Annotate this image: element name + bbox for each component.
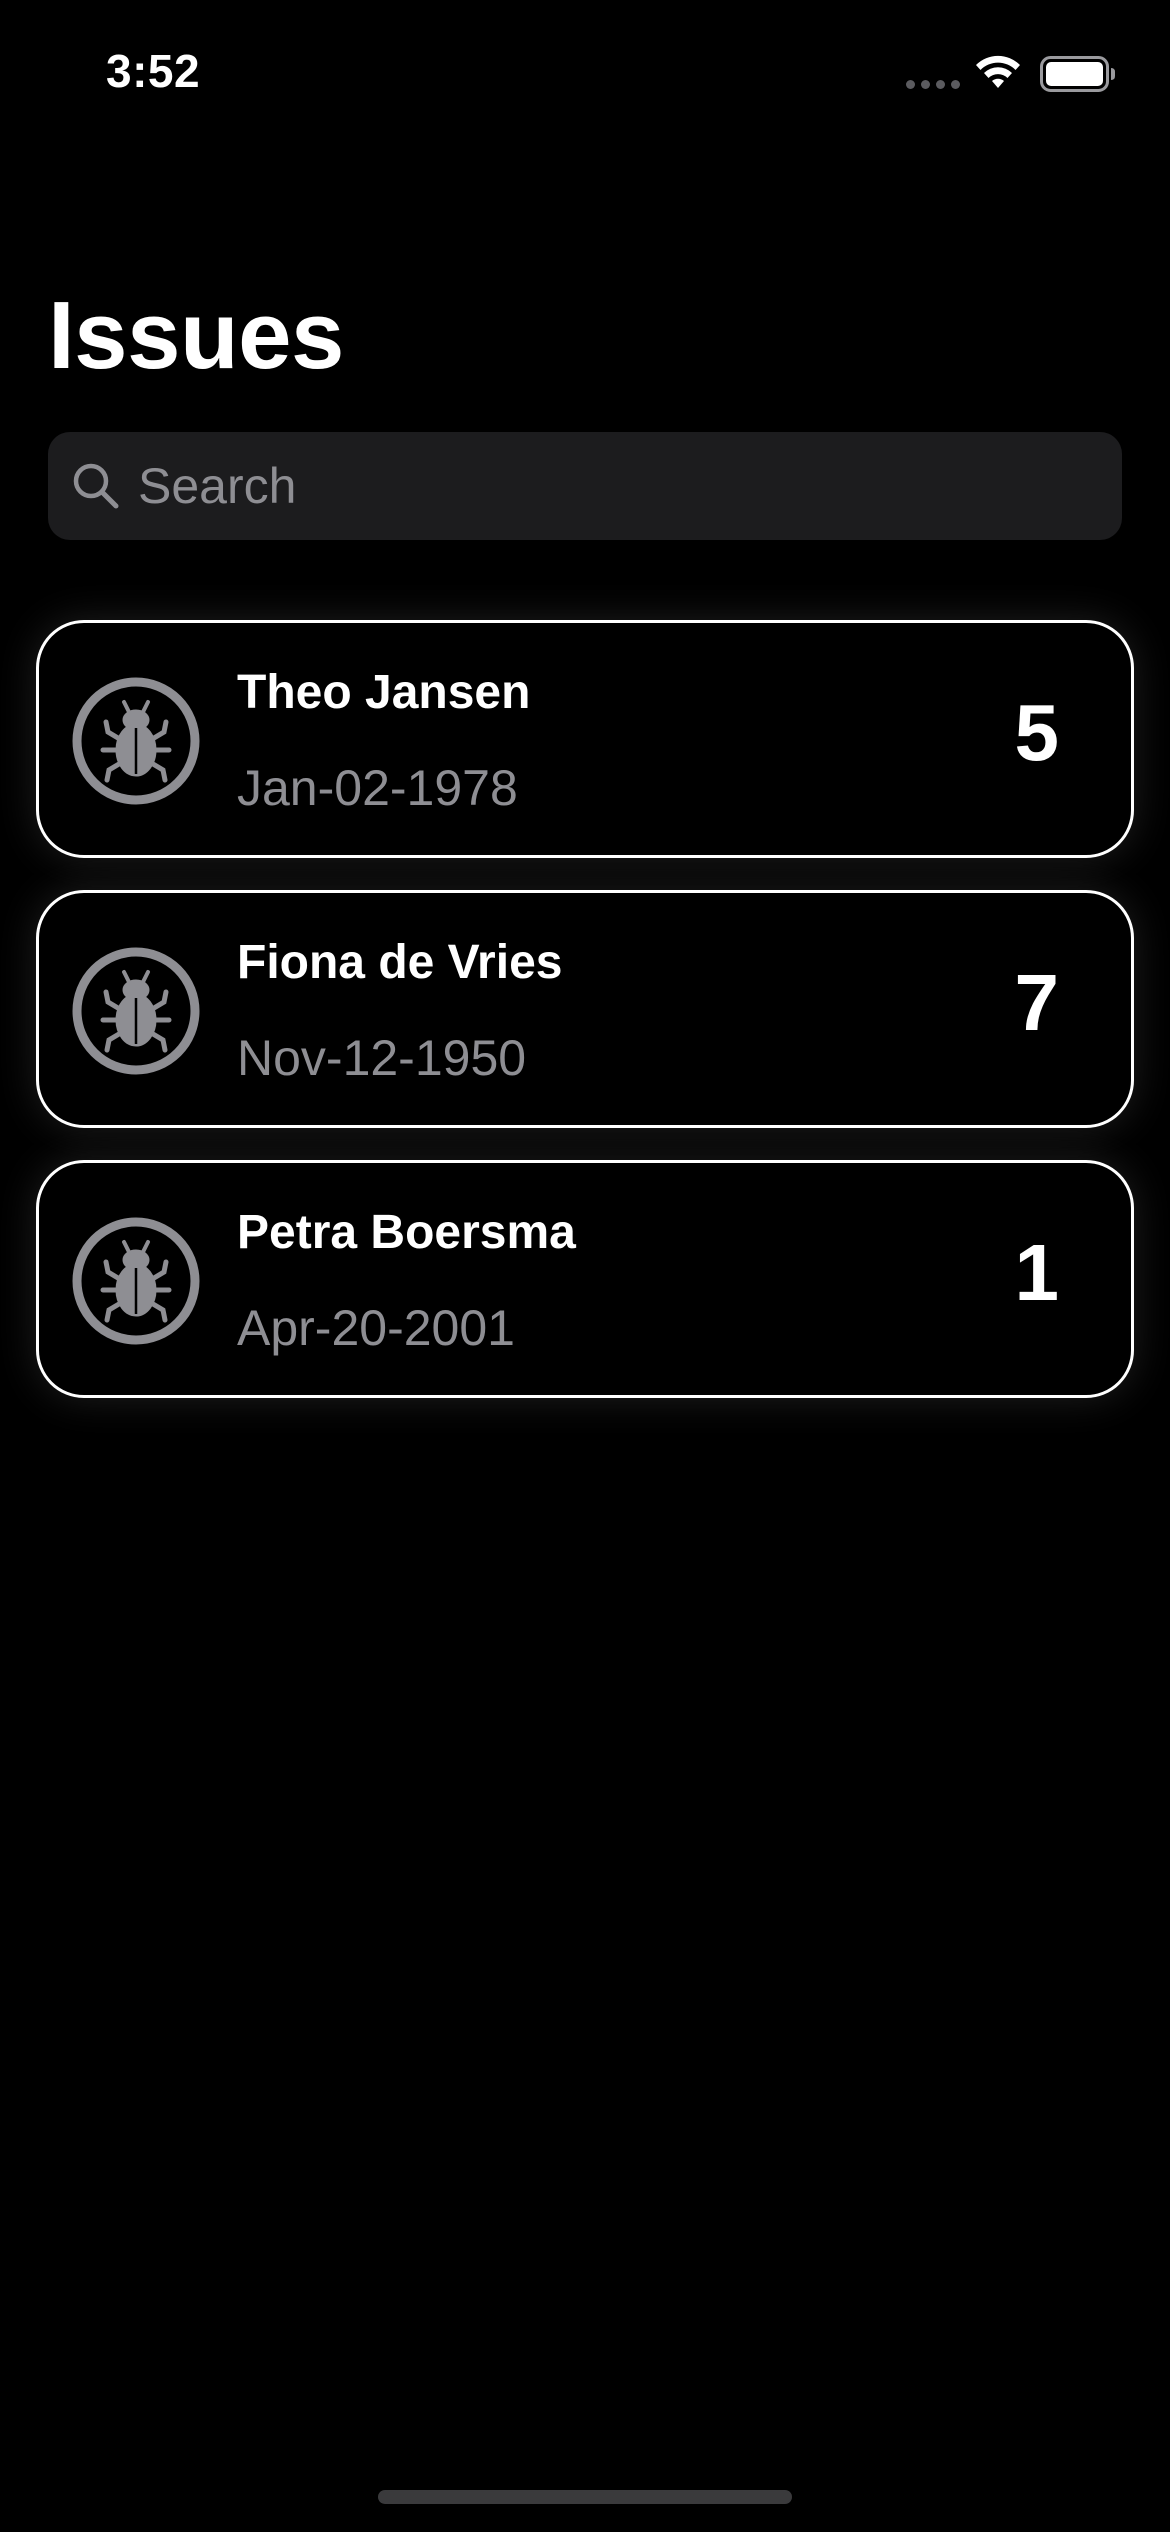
issue-count: 5 (1014, 688, 1060, 777)
issue-count: 7 (1014, 958, 1060, 1047)
bug-icon (72, 677, 200, 805)
page-title: Issues (48, 282, 344, 389)
issue-card[interactable]: Fiona de Vries Nov-12-1950 7 (36, 890, 1134, 1128)
status-bar: 3:52 (0, 0, 1170, 150)
issue-date: Jan-02-1978 (237, 760, 518, 816)
issue-name: Theo Jansen (237, 666, 531, 719)
issue-name: Fiona de Vries (237, 936, 563, 989)
issue-card[interactable]: Petra Boersma Apr-20-2001 1 (36, 1160, 1134, 1398)
issue-date: Nov-12-1950 (237, 1030, 527, 1086)
search-icon (73, 463, 119, 509)
cellular-signal-icon (906, 80, 960, 90)
bug-icon (72, 1217, 200, 1345)
wifi-icon (976, 55, 1020, 88)
search-input[interactable] (138, 432, 1098, 540)
issue-count: 1 (1014, 1228, 1060, 1317)
issue-card[interactable]: Theo Jansen Jan-02-1978 5 (36, 620, 1134, 858)
bug-icon (72, 947, 200, 1075)
status-time: 3:52 (106, 45, 201, 97)
home-indicator[interactable] (378, 2490, 792, 2504)
battery-icon (1040, 56, 1115, 92)
issue-date: Apr-20-2001 (237, 1300, 515, 1356)
search-bar[interactable] (48, 432, 1122, 540)
issue-name: Petra Boersma (237, 1206, 576, 1259)
